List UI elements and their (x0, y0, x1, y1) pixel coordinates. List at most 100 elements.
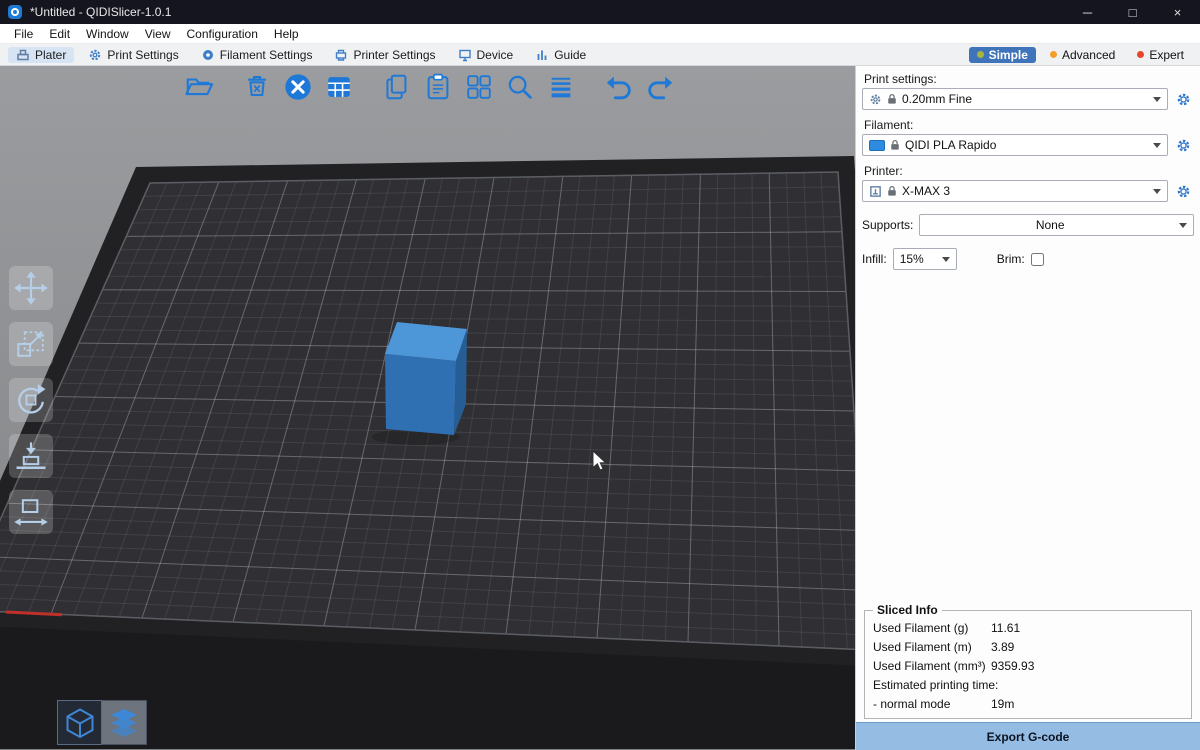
preview-view-button[interactable] (102, 700, 147, 745)
menu-edit[interactable]: Edit (41, 24, 78, 43)
view-toggle (57, 700, 147, 745)
tab-guide-label: Guide (554, 48, 586, 62)
move-tool-button[interactable] (9, 266, 53, 310)
print-settings-combo[interactable]: 0.20mm Fine (862, 88, 1168, 110)
gear-icon (1175, 183, 1192, 200)
split-to-parts-button[interactable] (461, 69, 497, 105)
mode-advanced[interactable]: Advanced (1042, 47, 1123, 63)
measure-tool-button[interactable] (9, 490, 53, 534)
menu-bar: File Edit Window View Configuration Help (0, 24, 1200, 44)
place-on-face-tool-button[interactable] (9, 434, 53, 478)
menu-window[interactable]: Window (78, 24, 137, 43)
mode-expert-label: Expert (1149, 48, 1184, 62)
tab-filament-settings-label: Filament Settings (220, 48, 313, 62)
lock-icon (887, 93, 897, 105)
redo-icon (645, 72, 675, 102)
tab-guide[interactable]: Guide (527, 47, 594, 63)
mode-simple-label: Simple (989, 48, 1028, 62)
print-settings-label: Print settings: (864, 72, 1192, 86)
tab-printer-settings[interactable]: Printer Settings (326, 47, 443, 63)
menu-file[interactable]: File (6, 24, 41, 43)
paste-button[interactable] (420, 69, 456, 105)
open-folder-icon (184, 72, 214, 102)
printer-icon (869, 185, 882, 198)
menu-help[interactable]: Help (266, 24, 307, 43)
tab-printer-settings-label: Printer Settings (353, 48, 435, 62)
maximize-button[interactable]: □ (1110, 0, 1155, 24)
delete-button[interactable] (239, 69, 275, 105)
printer-combo[interactable]: X-MAX 3 (862, 180, 1168, 202)
gear-icon (1175, 137, 1192, 154)
mode-expert[interactable]: Expert (1129, 47, 1192, 63)
sliced-info-row: - normal mode 19m (871, 694, 1185, 713)
arrange-button[interactable] (321, 69, 357, 105)
profile-gear-icon (869, 93, 882, 106)
panel-spacer (862, 270, 1194, 603)
filament-color-swatch (869, 140, 885, 151)
viewport-3d-scene[interactable] (0, 66, 855, 749)
export-gcode-button[interactable]: Export G-code (856, 722, 1200, 750)
arrange-icon (324, 72, 354, 102)
close-button[interactable]: × (1155, 0, 1200, 24)
tab-plater[interactable]: Plater (8, 47, 74, 63)
mode-simple[interactable]: Simple (969, 47, 1036, 63)
copy-button[interactable] (379, 69, 415, 105)
open-button[interactable] (181, 69, 217, 105)
filament-gear-button[interactable] (1172, 134, 1194, 156)
viewport-3d[interactable] (0, 66, 855, 750)
minimize-button[interactable]: ─ (1065, 0, 1110, 24)
advanced-mode-dot-icon (1050, 51, 1057, 58)
sliced-info-row: Used Filament (mm³) 9359.93 (871, 656, 1185, 675)
printer-label: Printer: (864, 164, 1192, 178)
printer-gear-button[interactable] (1172, 180, 1194, 202)
supports-combo[interactable]: None (919, 214, 1194, 236)
app-logo-icon (8, 5, 22, 19)
sliced-info-row: Used Filament (m) 3.89 (871, 637, 1185, 656)
chevron-down-icon (1153, 189, 1161, 194)
expert-mode-dot-icon (1137, 51, 1144, 58)
tab-bar: Plater Print Settings Filament Settings … (0, 44, 1200, 66)
delete-all-icon (283, 72, 313, 102)
undo-icon (604, 72, 634, 102)
gear-icon (88, 48, 102, 62)
supports-label: Supports: (862, 218, 913, 232)
chevron-down-icon (942, 257, 950, 262)
tab-filament-settings[interactable]: Filament Settings (193, 47, 321, 63)
tab-device[interactable]: Device (450, 47, 522, 63)
tab-print-settings-label: Print Settings (107, 48, 178, 62)
scale-icon (12, 325, 50, 363)
lock-icon (887, 185, 897, 197)
tab-plater-label: Plater (35, 48, 66, 62)
delete-all-button[interactable] (280, 69, 316, 105)
editor-view-button[interactable] (57, 700, 102, 745)
print-settings-value: 0.20mm Fine (902, 92, 1148, 106)
undo-button[interactable] (601, 69, 637, 105)
infill-combo[interactable]: 15% (893, 248, 957, 270)
model-cube-top[interactable] (385, 322, 467, 361)
viewport-toolbar (181, 69, 678, 105)
filament-combo[interactable]: QIDI PLA Rapido (862, 134, 1168, 156)
simple-mode-dot-icon (977, 51, 984, 58)
chevron-down-icon (1153, 143, 1161, 148)
side-panel: Print settings: 0.20mm Fine Filament: QI… (855, 66, 1200, 750)
search-button[interactable] (502, 69, 538, 105)
brim-checkbox[interactable] (1031, 253, 1044, 266)
variable-layer-height-button[interactable] (543, 69, 579, 105)
variable-layer-height-icon (546, 72, 576, 102)
redo-button[interactable] (642, 69, 678, 105)
scale-tool-button[interactable] (9, 322, 53, 366)
tab-print-settings[interactable]: Print Settings (80, 47, 186, 63)
left-toolbar (9, 266, 53, 534)
sliced-info-box: Sliced Info Used Filament (g) 11.61 Used… (864, 603, 1192, 719)
model-cube-front[interactable] (385, 354, 456, 435)
tab-device-label: Device (477, 48, 514, 62)
menu-view[interactable]: View (137, 24, 179, 43)
menu-configuration[interactable]: Configuration (179, 24, 266, 43)
print-settings-gear-button[interactable] (1172, 88, 1194, 110)
rotate-icon (12, 381, 50, 419)
plater-icon (16, 48, 30, 62)
rotate-tool-button[interactable] (9, 378, 53, 422)
sliced-info-row: Estimated printing time: (871, 675, 1185, 694)
filament-value: QIDI PLA Rapido (905, 138, 1148, 152)
printer-value: X-MAX 3 (902, 184, 1148, 198)
